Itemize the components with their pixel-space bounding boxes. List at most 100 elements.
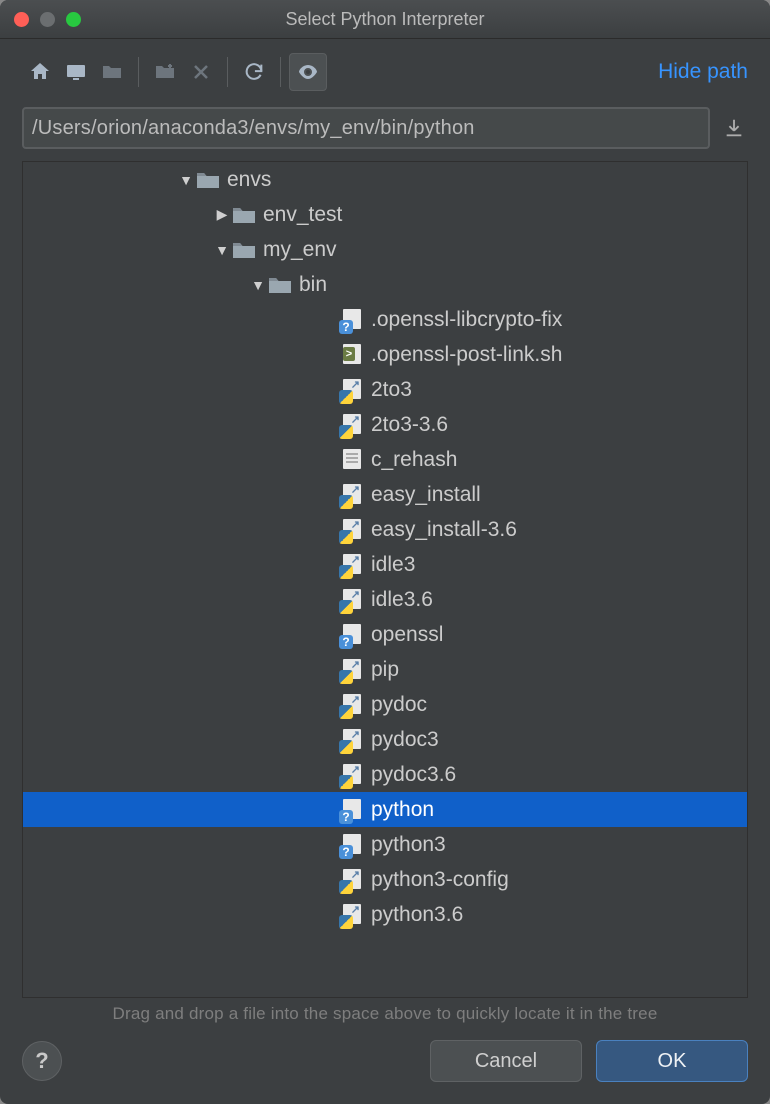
desktop-button[interactable]: [58, 54, 94, 90]
home-button[interactable]: [22, 54, 58, 90]
python-file-icon: [339, 589, 365, 611]
chevron-down-icon[interactable]: ▼: [249, 277, 267, 293]
hide-path-link[interactable]: Hide path: [658, 60, 748, 84]
window-controls: [14, 12, 81, 27]
tree-row[interactable]: ▼ bin: [23, 267, 747, 302]
tree-item-label: easy_install: [371, 483, 481, 507]
tree-item-label: pip: [371, 658, 399, 682]
dialog-title: Select Python Interpreter: [0, 9, 770, 30]
folder-icon: [195, 169, 221, 191]
button-bar: ? Cancel OK: [0, 1030, 770, 1104]
titlebar: Select Python Interpreter: [0, 0, 770, 39]
tree-row[interactable]: ·pip: [23, 652, 747, 687]
tree-item-label: pydoc: [371, 693, 427, 717]
unknown-file-icon: ?: [339, 834, 365, 856]
unknown-file-icon: ?: [339, 799, 365, 821]
python-file-icon: [339, 764, 365, 786]
tree-item-label: easy_install-3.6: [371, 518, 517, 542]
path-row: /Users/orion/anaconda3/envs/my_env/bin/p…: [0, 97, 770, 161]
close-icon: [191, 62, 211, 82]
tree-row[interactable]: ·2to3-3.6: [23, 407, 747, 442]
tree-item-label: 2to3-3.6: [371, 413, 448, 437]
history-button[interactable]: [720, 114, 748, 142]
drop-hint: Drag and drop a file into the space abov…: [0, 998, 770, 1030]
python-file-icon: [339, 484, 365, 506]
python-file-icon: [339, 694, 365, 716]
tree-row[interactable]: ·easy_install: [23, 477, 747, 512]
tree-row[interactable]: ·?openssl: [23, 617, 747, 652]
shell-file-icon: >: [339, 344, 365, 366]
tree-row[interactable]: ·python3.6: [23, 897, 747, 932]
separator: [280, 57, 281, 87]
tree-item-label: python3-config: [371, 868, 509, 892]
project-button[interactable]: [94, 54, 130, 90]
tree-row[interactable]: ·?python: [23, 792, 747, 827]
new-folder-icon: [153, 60, 177, 84]
tree-row[interactable]: ·python3-config: [23, 862, 747, 897]
tree-row[interactable]: ·idle3: [23, 547, 747, 582]
new-folder-button[interactable]: [147, 54, 183, 90]
python-file-icon: [339, 729, 365, 751]
tree-row[interactable]: ·pydoc: [23, 687, 747, 722]
separator: [227, 57, 228, 87]
python-file-icon: [339, 554, 365, 576]
tree-item-label: idle3: [371, 553, 415, 577]
toolbar: Hide path: [0, 39, 770, 97]
tree-row[interactable]: ·2to3: [23, 372, 747, 407]
python-file-icon: [339, 379, 365, 401]
tree-item-label: c_rehash: [371, 448, 457, 472]
tree-row[interactable]: ▼ envs: [23, 162, 747, 197]
tree-item-label: pydoc3: [371, 728, 439, 752]
tree-item-label: python3.6: [371, 903, 463, 927]
tree-item-label: openssl: [371, 623, 443, 647]
tree-row[interactable]: ·pydoc3.6: [23, 757, 747, 792]
download-icon: [723, 117, 745, 139]
cancel-button[interactable]: Cancel: [430, 1040, 582, 1082]
python-file-icon: [339, 414, 365, 436]
text-file-icon: [339, 449, 365, 471]
ok-button[interactable]: OK: [596, 1040, 748, 1082]
tree-item-label: python: [371, 798, 434, 822]
folder-icon: [100, 60, 124, 84]
tree-item-label: .openssl-libcrypto-fix: [371, 308, 562, 332]
zoom-icon[interactable]: [66, 12, 81, 27]
tree-item-label: python3: [371, 833, 446, 857]
close-icon[interactable]: [14, 12, 29, 27]
path-input[interactable]: /Users/orion/anaconda3/envs/my_env/bin/p…: [22, 107, 710, 149]
folder-icon: [267, 274, 293, 296]
folder-icon: [231, 239, 257, 261]
tree-row[interactable]: ·pydoc3: [23, 722, 747, 757]
file-tree[interactable]: ▼envs▶env_test▼my_env▼bin·?.openssl-libc…: [22, 161, 748, 998]
delete-button[interactable]: [183, 54, 219, 90]
chevron-down-icon[interactable]: ▼: [213, 242, 231, 258]
refresh-icon: [243, 61, 265, 83]
folder-icon: [231, 204, 257, 226]
tree-row[interactable]: ▼my_env: [23, 232, 747, 267]
separator: [138, 57, 139, 87]
unknown-file-icon: ?: [339, 309, 365, 331]
eye-icon: [296, 60, 320, 84]
chevron-down-icon[interactable]: ▼: [177, 172, 195, 188]
tree-row[interactable]: ·easy_install-3.6: [23, 512, 747, 547]
tree-item-label: pydoc3.6: [371, 763, 456, 787]
python-file-icon: [339, 904, 365, 926]
tree-row[interactable]: ·c_rehash: [23, 442, 747, 477]
tree-row[interactable]: ·>.openssl-post-link.sh: [23, 337, 747, 372]
python-file-icon: [339, 519, 365, 541]
python-file-icon: [339, 869, 365, 891]
show-hidden-button[interactable]: [289, 53, 327, 91]
tree-item-label: envs: [227, 168, 271, 192]
tree-item-label: .openssl-post-link.sh: [371, 343, 562, 367]
chevron-right-icon[interactable]: ▶: [213, 206, 231, 223]
tree-row[interactable]: ·idle3.6: [23, 582, 747, 617]
unknown-file-icon: ?: [339, 624, 365, 646]
python-file-icon: [339, 659, 365, 681]
refresh-button[interactable]: [236, 54, 272, 90]
help-button[interactable]: ?: [22, 1041, 62, 1081]
tree-row[interactable]: ·?python3: [23, 827, 747, 862]
tree-row[interactable]: ▶env_test: [23, 197, 747, 232]
dialog-window: Select Python Interpreter: [0, 0, 770, 1104]
tree-item-label: idle3.6: [371, 588, 433, 612]
tree-item-label: bin: [299, 273, 327, 297]
tree-row[interactable]: ·?.openssl-libcrypto-fix: [23, 302, 747, 337]
